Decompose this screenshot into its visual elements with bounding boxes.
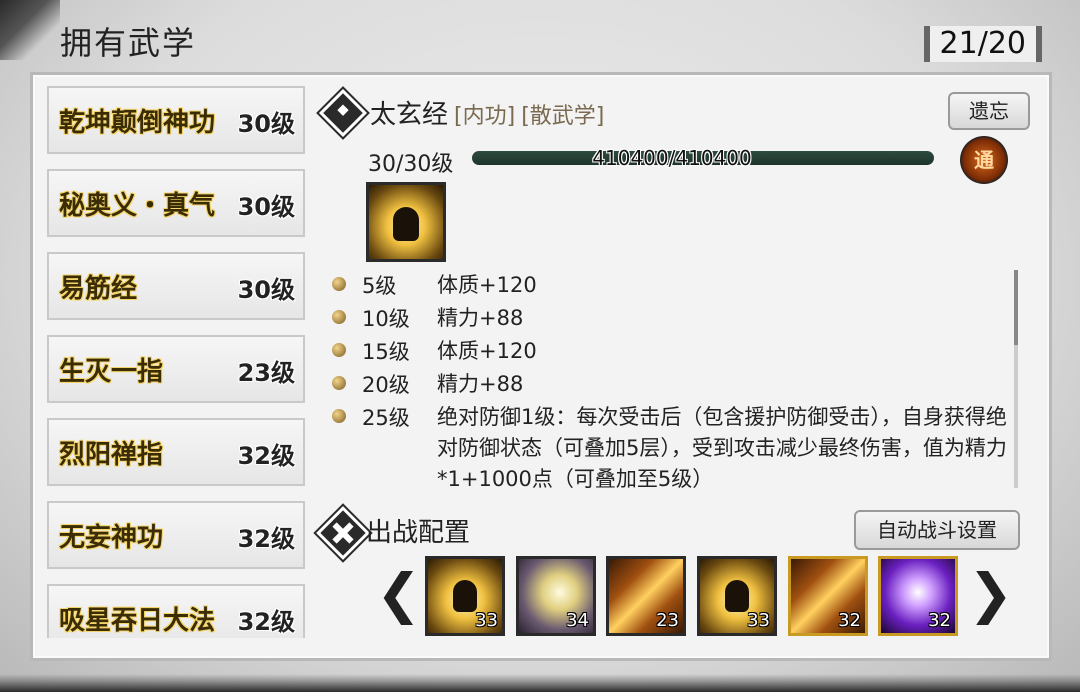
skill-level: 30级 xyxy=(237,110,295,138)
skill-level: 32级 xyxy=(237,442,295,470)
effect-level: 15级 xyxy=(362,340,410,364)
effect-text: 绝对防御1级：每次受击后（包含援护防御受击），自身获得绝对防御状态（可叠加5层）… xyxy=(437,405,1007,491)
skill-category-tag: [散武学] xyxy=(521,104,605,129)
skill-list-item[interactable]: 生灭一指 23级 xyxy=(47,335,305,403)
meditating-monk-icon[interactable]: 33 xyxy=(697,556,777,636)
skill-detail-title: 太玄经 [内功] [散武学] xyxy=(370,94,604,131)
purple-energy-fist-icon[interactable]: 32 xyxy=(878,556,958,636)
skill-level: 32级 xyxy=(237,525,295,553)
bullet-icon xyxy=(332,376,346,390)
skill-name: 秘奥义・真气 xyxy=(59,191,216,221)
effect-level: 20级 xyxy=(362,373,410,397)
skill-name: 无妄神功 xyxy=(59,523,164,553)
skill-level: 30级 xyxy=(237,276,295,304)
effect-text: 体质+120 xyxy=(437,273,537,297)
skill-count: 21/20 xyxy=(923,26,1042,62)
effect-level: 10级 xyxy=(362,307,410,331)
skill-list-item[interactable]: 秘奥义・真气 30级 xyxy=(47,169,305,237)
skill-list-item[interactable]: 乾坤颠倒神功 30级 xyxy=(47,86,305,154)
slot-level: 32 xyxy=(928,610,951,631)
skill-name: 生灭一指 xyxy=(59,357,164,387)
bullet-icon xyxy=(332,409,346,423)
effect-text: 体质+120 xyxy=(437,339,537,363)
next-arrow-icon[interactable]: ❯ xyxy=(968,562,1013,625)
flaming-finger-icon[interactable]: 23 xyxy=(606,556,686,636)
skill-list-item[interactable]: 易筋经 30级 xyxy=(47,252,305,320)
brush-decoration xyxy=(0,0,60,60)
skill-detail-name: 太玄经 xyxy=(370,100,449,130)
experience-text: 410400/410400 xyxy=(592,146,752,170)
skill-list-item[interactable]: 吸星吞日大法 32级 xyxy=(47,584,305,638)
skill-list[interactable]: 乾坤颠倒神功 30级 秘奥义・真气 30级 易筋经 30级 生灭一指 23级 烈… xyxy=(45,82,307,638)
skill-level: 23级 xyxy=(237,359,295,387)
skill-level: 30级 xyxy=(237,193,295,221)
bullet-icon xyxy=(332,310,346,324)
effect-text: 精力+88 xyxy=(437,306,524,330)
slot-level: 33 xyxy=(747,610,770,631)
skill-list-item[interactable]: 烈阳禅指 32级 xyxy=(47,418,305,486)
scrollbar-thumb[interactable] xyxy=(1014,270,1018,345)
skill-name: 烈阳禅指 xyxy=(59,440,164,470)
skill-name: 易筋经 xyxy=(59,274,138,304)
slot-level: 33 xyxy=(475,610,498,631)
battle-config-title: 出战配置 xyxy=(366,518,471,548)
skill-name: 乾坤颠倒神功 xyxy=(59,108,216,138)
skill-level-progress: 30/30级 xyxy=(368,152,454,177)
effect-scrollbar[interactable] xyxy=(1014,270,1018,488)
skill-type-tag: [内功] xyxy=(454,104,516,129)
forget-button[interactable]: 遗忘 xyxy=(948,92,1030,130)
skill-name: 吸星吞日大法 xyxy=(59,606,216,636)
mastery-badge[interactable]: 通 xyxy=(960,136,1008,184)
flaming-finger-icon[interactable]: 32 xyxy=(788,556,868,636)
skill-list-item[interactable]: 无妄神功 32级 xyxy=(47,501,305,569)
effect-level: 25级 xyxy=(362,406,410,430)
glowing-palm-icon[interactable]: 34 xyxy=(516,556,596,636)
effect-list: 5级 体质+120 10级 精力+88 15级 体质+120 20级 精力+88… xyxy=(330,270,1010,491)
effect-text: 精力+88 xyxy=(437,372,524,396)
auto-battle-settings-button[interactable]: 自动战斗设置 xyxy=(854,510,1020,550)
slot-level: 34 xyxy=(566,610,589,631)
effect-level: 5级 xyxy=(362,274,397,298)
page-title: 拥有武学 xyxy=(60,24,197,62)
slot-level: 32 xyxy=(838,610,861,631)
slot-level: 23 xyxy=(656,610,679,631)
meditating-monk-icon xyxy=(366,182,446,262)
bullet-icon xyxy=(332,277,346,291)
skill-level: 32级 xyxy=(237,608,295,636)
prev-arrow-icon[interactable]: ❮ xyxy=(376,562,421,625)
bullet-icon xyxy=(332,343,346,357)
meditating-monk-icon[interactable]: 33 xyxy=(425,556,505,636)
ink-border-decoration xyxy=(0,674,1080,692)
